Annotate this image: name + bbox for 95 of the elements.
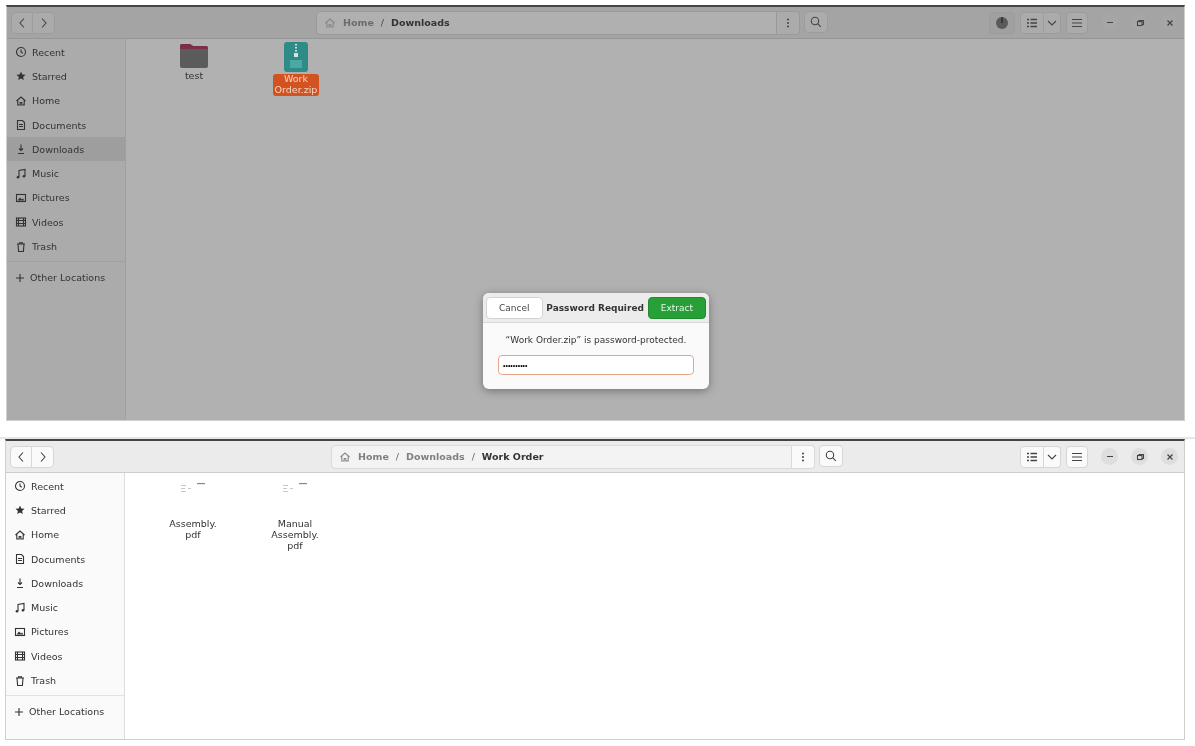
search-button[interactable] [819,444,843,467]
star-icon [15,70,27,83]
path-separator: / [380,17,385,28]
document-icon [14,553,26,566]
plus-icon [14,706,24,717]
view-options-button[interactable] [1044,11,1061,34]
sidebar-item[interactable]: Documents [7,112,125,138]
trash-icon [14,674,26,687]
path-crumb[interactable]: Downloads [406,451,465,462]
list-icon [1026,450,1038,463]
clock-icon [15,46,27,59]
house-icon [15,94,27,107]
folder-icon [179,42,209,69]
operations-button[interactable] [989,11,1015,34]
sidebar-item[interactable]: Home [7,88,125,113]
path-separator: / [395,451,400,462]
document-thumbnail-icon [283,483,307,492]
document-thumbnail-icon [181,483,205,492]
forward-button[interactable] [32,445,54,468]
sidebar-item[interactable]: Trash [7,234,125,259]
restore-icon [1134,451,1145,462]
download-icon [14,577,26,590]
file-name[interactable]: Assembly. pdf [167,519,219,541]
menu-icon [1072,17,1082,28]
path-crumb[interactable]: Home [358,451,389,462]
download-icon [15,143,27,156]
chevron-left-icon [18,16,26,29]
sidebar-item[interactable]: Videos [6,644,124,669]
sidebar-item[interactable]: Music [7,161,125,186]
list-view-button[interactable] [1020,11,1044,34]
back-button[interactable] [10,445,32,468]
film-icon [15,216,27,229]
star-icon [14,504,26,517]
sidebar-item[interactable]: Documents [6,546,124,572]
sidebar-item[interactable]: Trash [6,668,124,693]
search-icon [810,15,822,28]
close-icon [1164,17,1175,28]
minimize-icon [1106,456,1113,457]
file-name[interactable]: Work Order.zip [272,74,320,96]
chevron-down-icon [1047,453,1057,460]
extract-button[interactable]: Extract [647,296,706,319]
list-icon [1026,16,1038,29]
sidebar-item[interactable]: Home [6,522,124,547]
minimize-icon [1106,22,1113,23]
list-view-button[interactable] [1020,445,1044,468]
close-icon [1164,451,1175,462]
sidebar-item[interactable]: Pictures [7,185,125,211]
image-icon [15,191,27,204]
plus-icon [15,272,25,283]
path-separator: / [471,451,475,462]
cancel-button[interactable]: Cancel [486,296,543,319]
sidebar-item[interactable]: Recent [7,40,125,65]
music-note-icon [14,601,26,614]
sidebar-item[interactable]: Recent [6,474,124,499]
more-icon [801,450,805,463]
film-icon [14,650,26,663]
back-button[interactable] [11,11,33,34]
image-icon [14,625,26,638]
sidebar-item[interactable]: Other Locations [6,699,124,724]
sidebar-item[interactable]: Other Locations [7,265,125,290]
sidebar-item[interactable]: Music [6,595,124,620]
house-icon [324,16,336,29]
menu-icon [1072,451,1082,462]
progress-pie-icon [995,15,1009,30]
chevron-down-icon [1047,19,1057,26]
search-icon [825,449,837,462]
sidebar-item[interactable]: Downloads [7,137,125,162]
file-name[interactable]: test [182,71,206,82]
zip-archive-icon [284,42,308,72]
menu-button[interactable] [1066,11,1088,34]
trash-icon [15,240,27,253]
music-note-icon [15,167,27,180]
chevron-right-icon [39,16,48,29]
dialog-message: “Work Order.zip” is password-protected. [505,335,687,345]
maximize-button[interactable] [1131,448,1148,465]
restore-icon [1134,17,1145,28]
file-name[interactable]: Manual Assembly. pdf [269,519,321,552]
sidebar-item[interactable]: Starred [7,64,125,89]
dialog-title: Password Required [546,302,644,313]
close-button[interactable] [1161,448,1178,465]
search-button[interactable] [804,10,828,33]
house-icon [339,450,351,463]
sidebar-item[interactable]: Downloads [6,571,124,596]
chevron-right-icon [38,450,47,463]
forward-button[interactable] [33,11,55,34]
menu-button[interactable] [1066,445,1088,468]
chevron-left-icon [17,450,25,463]
clock-icon [14,480,26,493]
document-icon [15,119,27,132]
house-icon [14,528,26,541]
sidebar-item[interactable]: Starred [6,498,124,523]
path-crumb[interactable]: Downloads [391,17,450,28]
sidebar-item[interactable]: Videos [7,210,125,235]
path-crumb[interactable]: Work Order [481,451,544,462]
sidebar-item[interactable]: Pictures [6,619,124,645]
